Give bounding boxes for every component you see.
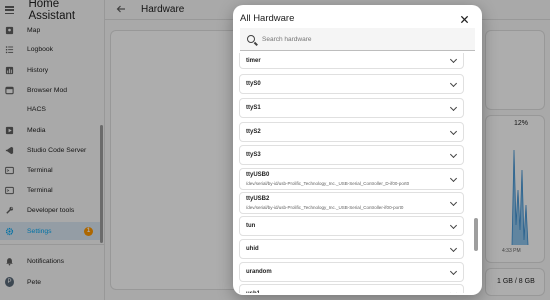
hardware-name: ttyS3	[246, 152, 261, 158]
chevron-down-icon[interactable]	[449, 150, 458, 159]
list-item[interactable]: ttyUSB2 /dev/serial/by-id/usb-Prolific_T…	[239, 192, 464, 214]
hardware-list: timer ttyS0 ttyS1 ttyS2 ttyS3 ttyUSB0 /d…	[239, 53, 465, 293]
hardware-name: timer	[246, 58, 261, 64]
list-item[interactable]: ttyS2	[239, 122, 464, 142]
hardware-name: ttyS0	[246, 81, 261, 87]
close-icon[interactable]	[458, 13, 470, 25]
list-item[interactable]: tun	[239, 216, 464, 236]
chevron-down-icon[interactable]	[449, 127, 458, 136]
chevron-down-icon[interactable]	[449, 267, 458, 276]
dialog-title: All Hardware	[240, 13, 295, 24]
list-item[interactable]: ttyUSB0 /dev/serial/by-id/usb-Prolific_T…	[239, 168, 464, 190]
list-item[interactable]: timer	[239, 53, 464, 69]
chevron-down-icon[interactable]	[449, 244, 458, 253]
list-item[interactable]: ttyS3	[239, 145, 464, 165]
hardware-path: /dev/serial/by-id/usb-Prolific_Technolog…	[246, 181, 410, 186]
chevron-down-icon[interactable]	[449, 289, 458, 293]
hardware-name: usb1	[246, 291, 260, 293]
hardware-name: ttyUSB0	[246, 172, 270, 178]
list-item[interactable]: uhid	[239, 239, 464, 259]
hardware-name: urandom	[246, 269, 272, 275]
hardware-name: uhid	[246, 246, 259, 252]
search-icon	[247, 35, 255, 43]
chevron-down-icon[interactable]	[449, 103, 458, 112]
list-item[interactable]: urandom	[239, 262, 464, 282]
list-item[interactable]: ttyS0	[239, 74, 464, 94]
hardware-name: ttyS2	[246, 129, 261, 135]
all-hardware-dialog: All Hardware timer ttyS0 ttyS1 ttyS2 tty…	[233, 5, 482, 295]
chevron-down-icon[interactable]	[449, 198, 458, 207]
chevron-down-icon[interactable]	[449, 221, 458, 230]
list-item[interactable]: ttyS1	[239, 98, 464, 118]
search-field[interactable]	[240, 28, 475, 51]
hardware-name: ttyS1	[246, 105, 261, 111]
search-input[interactable]	[262, 35, 462, 43]
dialog-scrollbar[interactable]	[474, 218, 478, 251]
chevron-down-icon[interactable]	[449, 174, 458, 183]
chevron-down-icon[interactable]	[449, 55, 458, 64]
hardware-path: /dev/serial/by-id/usb-Prolific_Technolog…	[246, 205, 404, 210]
list-item[interactable]: usb1	[239, 284, 464, 293]
chevron-down-icon[interactable]	[449, 79, 458, 88]
hardware-name: tun	[246, 223, 256, 229]
hardware-name: ttyUSB2	[246, 196, 270, 202]
